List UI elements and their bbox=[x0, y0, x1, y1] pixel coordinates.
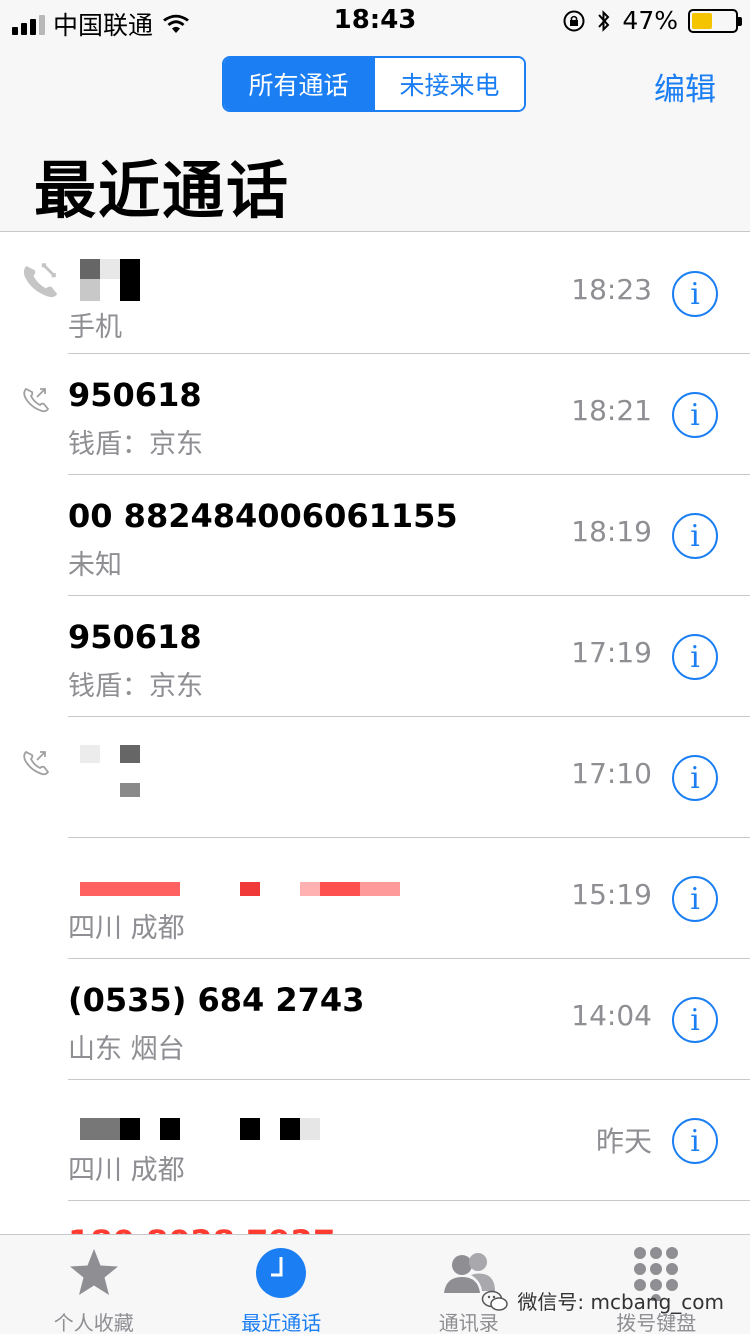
clock-icon bbox=[256, 1248, 307, 1298]
call-subtitle: 未知 bbox=[68, 550, 122, 581]
redacted-name bbox=[80, 1118, 320, 1140]
watermark-text: 微信号: mcbang_com bbox=[517, 1290, 724, 1314]
call-subtitle: 钱盾：京东 bbox=[68, 671, 203, 702]
call-time: 18:21 bbox=[571, 394, 652, 427]
call-row[interactable]: 00 882484006061155 未知 18:19 i bbox=[0, 475, 750, 596]
page-title: 最近通话 bbox=[34, 154, 291, 227]
tab-contacts[interactable]: 通讯录 bbox=[375, 1235, 563, 1334]
segment-missed-calls[interactable]: 未接来电 bbox=[373, 58, 524, 110]
info-icon[interactable]: i bbox=[672, 634, 718, 680]
info-icon[interactable]: i bbox=[672, 1118, 718, 1164]
bluetooth-icon bbox=[598, 9, 610, 32]
call-name: 00 882484006061155 bbox=[68, 497, 458, 535]
call-row[interactable]: 950618 钱盾：京东 17:19 i bbox=[0, 596, 750, 717]
call-time: 17:19 bbox=[571, 636, 652, 669]
star-icon bbox=[69, 1249, 118, 1295]
call-time: 18:23 bbox=[571, 273, 652, 306]
info-icon[interactable]: i bbox=[672, 392, 718, 438]
watermark: 微信号: mcbang_com bbox=[481, 1286, 724, 1315]
battery-icon bbox=[688, 8, 742, 33]
tab-favorites[interactable]: 个人收藏 bbox=[0, 1235, 188, 1334]
wechat-icon bbox=[482, 1290, 509, 1311]
status-bar: 中国联通 18:43 47% bbox=[0, 0, 750, 42]
info-icon[interactable]: i bbox=[672, 997, 718, 1043]
info-icon[interactable]: i bbox=[672, 271, 718, 317]
outgoing-call-icon bbox=[23, 387, 50, 413]
call-row[interactable]: 四川 成都 15:19 i bbox=[0, 838, 750, 959]
info-icon[interactable]: i bbox=[672, 513, 718, 559]
segment-all-calls[interactable]: 所有通话 bbox=[224, 58, 373, 110]
orientation-lock-icon bbox=[563, 10, 585, 31]
tab-bar: 个人收藏 最近通话 通讯录 拨号键盘 bbox=[0, 1234, 750, 1334]
redacted-name bbox=[80, 882, 400, 901]
call-subtitle: 手机 bbox=[68, 312, 122, 343]
call-row[interactable]: 手机 18:23 i bbox=[0, 233, 750, 354]
navigation-header: 所有通话 未接来电 编辑 最近通话 bbox=[0, 42, 750, 232]
tab-keypad[interactable]: 拨号键盘 bbox=[563, 1235, 750, 1334]
info-icon[interactable]: i bbox=[672, 755, 718, 801]
call-filter-segmented-control: 所有通话 未接来电 bbox=[222, 56, 526, 112]
call-row[interactable]: 17:10 i bbox=[0, 717, 750, 838]
call-subtitle: 钱盾：京东 bbox=[68, 429, 203, 460]
outgoing-call-icon bbox=[23, 750, 50, 776]
call-time: 14:04 bbox=[571, 999, 652, 1032]
call-time: 昨天 bbox=[595, 1125, 652, 1158]
outgoing-call-icon bbox=[23, 263, 58, 298]
call-name: 950618 bbox=[68, 376, 202, 414]
redacted-name-part bbox=[80, 279, 100, 301]
battery-percent: 47% bbox=[622, 6, 678, 35]
call-name: (0535) 684 2743 bbox=[68, 981, 365, 1019]
call-subtitle: 四川 成都 bbox=[68, 913, 185, 944]
call-time: 17:10 bbox=[571, 757, 652, 790]
call-row[interactable]: 四川 成都 昨天 i bbox=[0, 1080, 750, 1201]
tab-recents[interactable]: 最近通话 bbox=[188, 1235, 376, 1334]
call-name: 950618 bbox=[68, 618, 202, 656]
call-subtitle: 山东 烟台 bbox=[68, 1034, 185, 1065]
recent-calls-list: 手机 18:23 i 950618 钱盾：京东 18:21 i 00 88248… bbox=[0, 233, 750, 1322]
redacted-sub bbox=[120, 783, 140, 802]
call-row[interactable]: (0535) 684 2743 山东 烟台 14:04 i bbox=[0, 959, 750, 1080]
status-right: 47% bbox=[562, 6, 742, 35]
redacted-name bbox=[80, 745, 140, 764]
info-icon[interactable]: i bbox=[672, 876, 718, 922]
edit-button[interactable]: 编辑 bbox=[654, 64, 716, 109]
tab-label: 最近通话 bbox=[241, 1311, 322, 1334]
call-subtitle: 四川 成都 bbox=[68, 1155, 185, 1186]
call-time: 15:19 bbox=[571, 878, 652, 911]
tab-label: 个人收藏 bbox=[53, 1311, 134, 1334]
battery-fill bbox=[692, 12, 712, 29]
call-time: 18:19 bbox=[571, 515, 652, 548]
call-row[interactable]: 950618 钱盾：京东 18:21 i bbox=[0, 354, 750, 475]
